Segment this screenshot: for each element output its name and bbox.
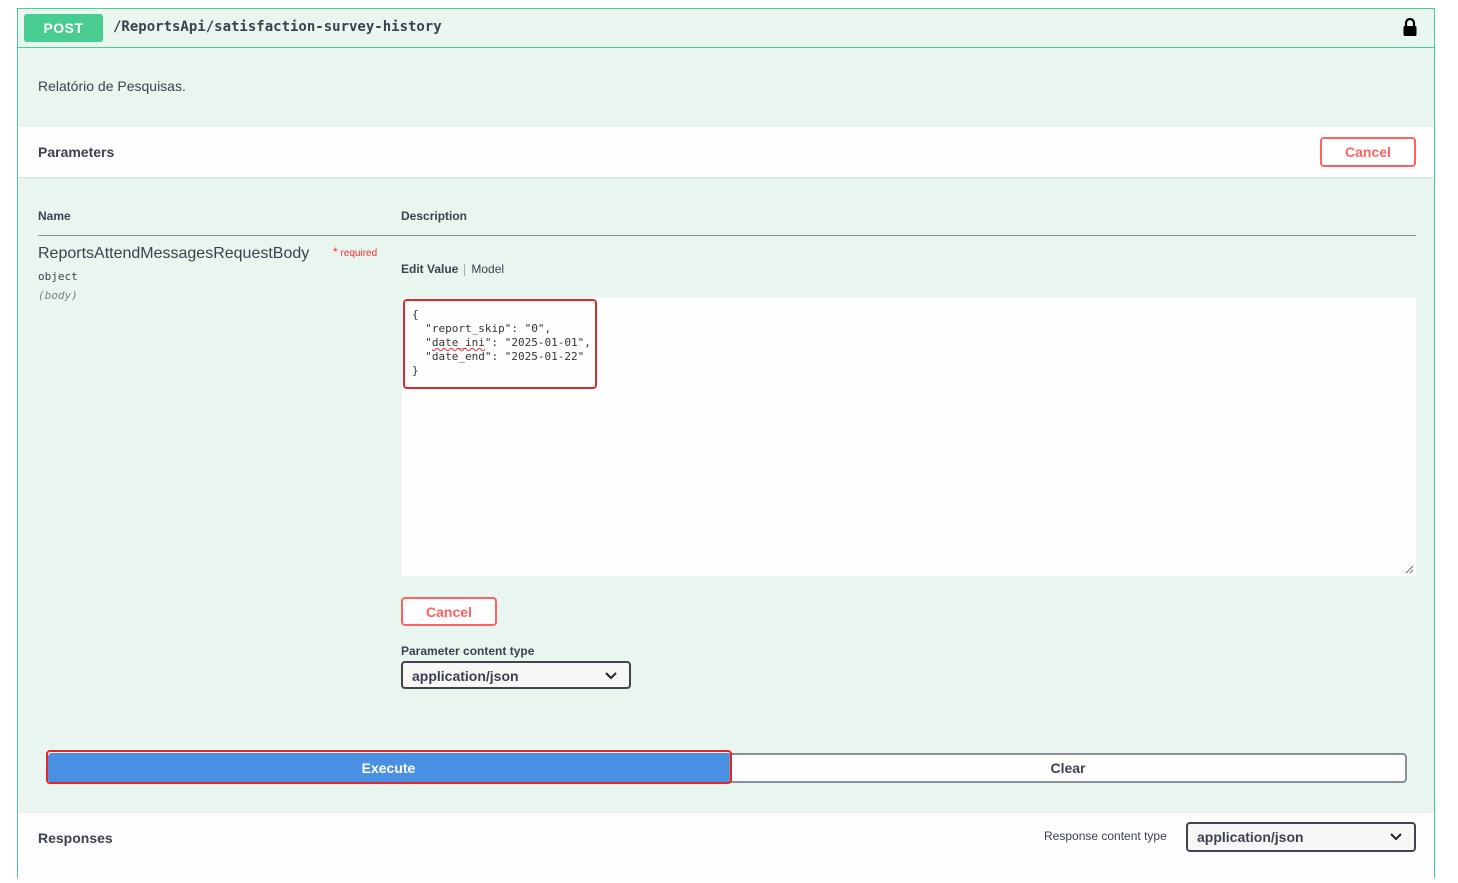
json-value-date-end: : "2025-01-22" xyxy=(491,350,585,363)
parameter-location: (body) xyxy=(38,289,78,302)
json-key-date-ini: date_ini xyxy=(431,336,485,349)
json-value-report-skip: : "0", xyxy=(511,322,552,335)
json-key-quote: " xyxy=(425,336,432,349)
cancel-edit-button[interactable]: Cancel xyxy=(401,597,497,626)
clear-button[interactable]: Clear xyxy=(729,753,1407,783)
column-header-description: Description xyxy=(401,209,468,223)
json-key-quote: " xyxy=(425,350,432,363)
parameters-title: Parameters xyxy=(38,144,115,160)
body-tabs: Edit Value Model xyxy=(401,262,504,276)
parameter-name: ReportsAttendMessagesRequestBody xyxy=(38,245,310,262)
json-key-date-end: date_end xyxy=(431,350,485,363)
json-close-brace: } xyxy=(412,364,419,377)
parameter-type: object xyxy=(38,270,78,283)
lock-icon[interactable] xyxy=(1402,18,1418,36)
column-header-name: Name xyxy=(38,209,71,223)
operation-description: Relatório de Pesquisas. xyxy=(38,78,186,94)
response-content-type-label: Response content type xyxy=(1044,829,1167,843)
response-content-type-select[interactable]: application/json xyxy=(1186,822,1416,852)
json-key-report-skip: "report_skip" xyxy=(425,322,512,335)
parameter-content-type-value: application/json xyxy=(412,668,519,684)
parameter-content-type-select[interactable]: application/json xyxy=(401,661,631,689)
endpoint-path: /ReportsApi/satisfaction-survey-history xyxy=(113,19,442,35)
required-marker: * required xyxy=(333,245,377,259)
request-body-code: { "report_skip": "0", "date_ini" : "2025-… xyxy=(412,308,591,378)
request-body-editor[interactable]: { "report_skip": "0", "date_ini" : "2025-… xyxy=(401,297,1417,577)
required-asterisk: * xyxy=(333,245,338,259)
required-label: required xyxy=(340,248,378,259)
chevron-down-icon xyxy=(605,672,617,680)
execute-button[interactable]: Execute xyxy=(48,753,729,783)
json-open-brace: { xyxy=(412,308,419,321)
response-content-type-value: application/json xyxy=(1197,829,1304,845)
resize-handle-icon[interactable] xyxy=(1405,565,1414,574)
tab-model[interactable]: Model xyxy=(471,262,504,276)
tab-separator xyxy=(464,263,466,276)
header-divider xyxy=(38,235,1416,236)
parameters-header: Parameters Cancel xyxy=(18,127,1434,177)
responses-title: Responses xyxy=(38,830,113,846)
operation-block: POST /ReportsApi/satisfaction-survey-his… xyxy=(17,8,1435,883)
tab-edit-value[interactable]: Edit Value xyxy=(401,262,458,276)
operation-summary[interactable]: POST /ReportsApi/satisfaction-survey-his… xyxy=(18,9,1434,48)
cancel-try-out-button[interactable]: Cancel xyxy=(1320,137,1416,167)
json-value-date-ini: : "2025-01-01", xyxy=(491,336,591,349)
chevron-down-icon xyxy=(1390,833,1402,841)
method-badge: POST xyxy=(24,14,103,42)
parameter-content-type-label: Parameter content type xyxy=(401,644,535,658)
